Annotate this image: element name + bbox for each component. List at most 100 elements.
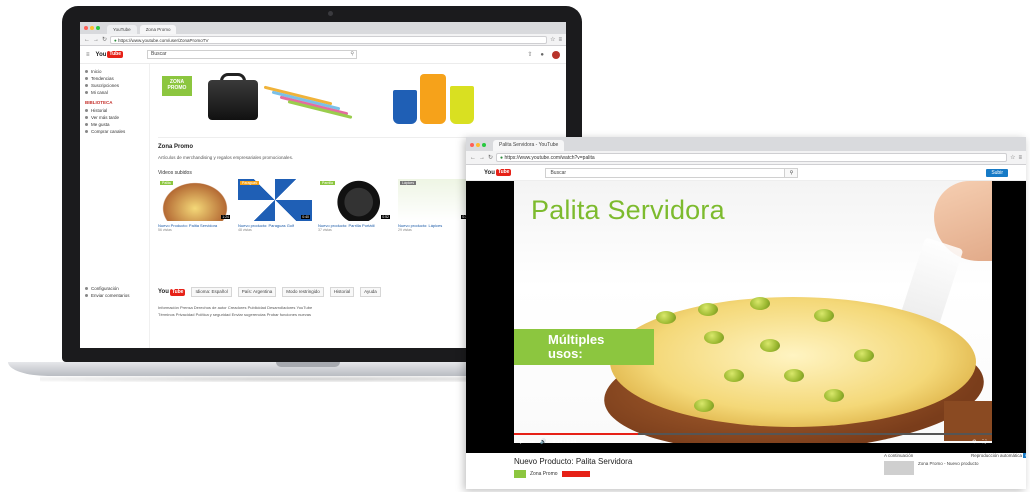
reload-icon[interactable]: ↻	[102, 36, 107, 43]
sidebar-item-watch-later[interactable]: Ver más tarde	[85, 114, 144, 121]
sidebar-bottom: Configuración Enviar comentarios	[85, 285, 144, 299]
video-player[interactable]: Palita Servidora Múltiples usos:	[466, 181, 1026, 453]
duration-badge: 0:40	[301, 215, 310, 219]
autoplay-toggle[interactable]: ON	[1023, 453, 1026, 458]
sidebar-item-label: Mi canal	[91, 90, 108, 95]
window-controls	[84, 22, 100, 34]
zoom-dot-icon[interactable]	[482, 143, 486, 147]
fullscreen-icon[interactable]: ⛶	[982, 439, 986, 445]
sidebar-section-title: BIBLIOTECA	[85, 100, 113, 105]
sidebar-item-settings[interactable]: Configuración	[85, 285, 144, 292]
olive-image	[698, 303, 718, 316]
forward-icon[interactable]: →	[479, 155, 485, 161]
video-thumbnail[interactable]: Paraguas 0:40	[238, 179, 312, 221]
settings-icon[interactable]: ⚙	[972, 439, 976, 445]
tab-bar: Palita Servidora - YouTube	[466, 137, 1026, 151]
video-card[interactable]: Palita 1:24 Nuevo Producto: Palita Servi…	[158, 179, 232, 232]
close-dot-icon[interactable]	[84, 26, 88, 30]
sidebar-item-trending[interactable]: Tendencias	[85, 75, 144, 82]
upload-button[interactable]: Subir	[986, 168, 1008, 177]
menu-icon[interactable]: ≡	[558, 37, 562, 43]
next-video-thumbnail[interactable]	[884, 461, 914, 475]
youtube-header: ≡ You Tube Buscar ⚲ ⇧ ●	[80, 46, 566, 64]
duration-badge: 1:24	[221, 215, 230, 219]
minimize-dot-icon[interactable]	[476, 143, 480, 147]
url-field[interactable]: ● https://www.youtube.com/watch?v=palita	[496, 153, 1008, 162]
reload-icon[interactable]: ↻	[488, 154, 493, 161]
restricted-mode-button[interactable]: Modo restringido	[282, 287, 324, 297]
search-text: Buscar	[550, 169, 567, 176]
menu-icon[interactable]: ≡	[1018, 155, 1022, 161]
sidebar-item-likes[interactable]: Me gusta	[85, 121, 144, 128]
orange-mug-image	[420, 74, 446, 124]
feedback-icon	[85, 294, 88, 297]
browser-tab-video[interactable]: Palita Servidora - YouTube	[493, 140, 565, 151]
subscribe-button[interactable]	[561, 471, 590, 477]
history-button[interactable]: Historial	[329, 287, 355, 297]
notifications-icon[interactable]: ●	[540, 52, 544, 58]
avatar[interactable]	[552, 50, 560, 59]
close-dot-icon[interactable]	[470, 143, 474, 147]
video-info: Nuevo Producto: Palita Servidora Zona Pr…	[514, 453, 1026, 489]
search-input[interactable]: Buscar ⚲	[146, 50, 357, 59]
back-icon[interactable]: ←	[84, 37, 90, 43]
volume-icon[interactable]: 🔊	[540, 439, 546, 445]
language-button[interactable]: Idioma: Español	[191, 287, 232, 297]
hamburger-icon[interactable]: ≡	[86, 52, 90, 58]
browser-tab-1[interactable]: YouTube	[107, 25, 137, 34]
star-icon[interactable]: ☆	[1010, 154, 1015, 161]
logo-tube: Tube	[169, 288, 186, 296]
thumbs-up-icon	[85, 123, 88, 126]
upload-icon[interactable]: ⇧	[527, 51, 532, 58]
video-thumbnail[interactable]: Lápices 0:36	[398, 179, 472, 221]
minimize-dot-icon[interactable]	[90, 26, 94, 30]
next-video-title[interactable]: Zona Promo - Nuevo producto	[918, 461, 979, 475]
video-meta: 48 vistas	[238, 228, 252, 232]
video-thumbnail[interactable]: Palita 1:24	[158, 179, 232, 221]
zoom-dot-icon[interactable]	[96, 26, 100, 30]
olive-image	[750, 297, 770, 310]
history-icon	[85, 109, 88, 112]
video-card[interactable]: Paraguas 0:40 Nuevo producto: Paraguas G…	[238, 179, 312, 232]
camera-icon	[328, 11, 333, 16]
next-video-item[interactable]: Zona Promo - Nuevo producto	[884, 461, 1026, 475]
forward-icon[interactable]: →	[93, 37, 99, 43]
video-frame[interactable]: Palita Servidora Múltiples usos:	[514, 181, 992, 443]
blue-cup-image	[393, 90, 417, 124]
sidebar-item-home[interactable]: Inicio	[85, 68, 144, 75]
video-meta: 29 vistas	[398, 228, 412, 232]
search-input[interactable]: Buscar ⚲	[545, 167, 799, 178]
subscriptions-icon	[85, 84, 88, 87]
overlay-label-line-1: Múltiples	[548, 332, 605, 347]
olive-image	[704, 331, 724, 344]
video-card[interactable]: Parrilla 0:52 Nuevo producto: Parrilla P…	[318, 179, 392, 232]
next-icon[interactable]: ⏭	[530, 439, 535, 445]
url-field[interactable]: ● https://www.youtube.com/user/ZonaPromo…	[110, 35, 548, 44]
country-button[interactable]: País: Argentina	[237, 287, 277, 297]
logo-you: You	[95, 51, 107, 58]
video-card[interactable]: Lápices 0:36 Nuevo producto: Lápices 29 …	[398, 179, 472, 232]
star-icon[interactable]: ☆	[550, 36, 555, 43]
search-icon[interactable]: ⚲	[784, 167, 799, 178]
browser-tab-2[interactable]: Zona Promo	[139, 25, 177, 34]
sidebar-item-channels[interactable]: Comprar canales	[85, 128, 144, 135]
video-thumbnail[interactable]: Parrilla 0:52	[318, 179, 392, 221]
youtube-logo[interactable]: You Tube	[484, 169, 512, 176]
back-icon[interactable]: ←	[470, 155, 476, 161]
video-overlay-label: Múltiples usos:	[514, 329, 654, 365]
sidebar-item-subscriptions[interactable]: Suscripciones	[85, 82, 144, 89]
sidebar-item-my-channel[interactable]: Mi canal	[85, 89, 144, 96]
search-icon[interactable]: ⚲	[350, 51, 354, 58]
footer-youtube-logo[interactable]: You Tube	[158, 288, 186, 296]
sidebar-item-feedback[interactable]: Enviar comentarios	[85, 292, 144, 299]
gear-icon	[85, 287, 88, 290]
help-button[interactable]: Ayuda	[360, 287, 381, 297]
cooler-bag-image	[208, 80, 258, 120]
play-icon[interactable]: ▶	[520, 439, 524, 445]
sidebar-item-history[interactable]: Historial	[85, 107, 144, 114]
channel-name[interactable]: Zona Promo	[530, 471, 558, 477]
olive-image	[854, 349, 874, 362]
youtube-logo[interactable]: You Tube	[96, 51, 123, 58]
sidebar-item-label: Inicio	[91, 69, 102, 74]
channel-avatar[interactable]	[514, 470, 526, 478]
